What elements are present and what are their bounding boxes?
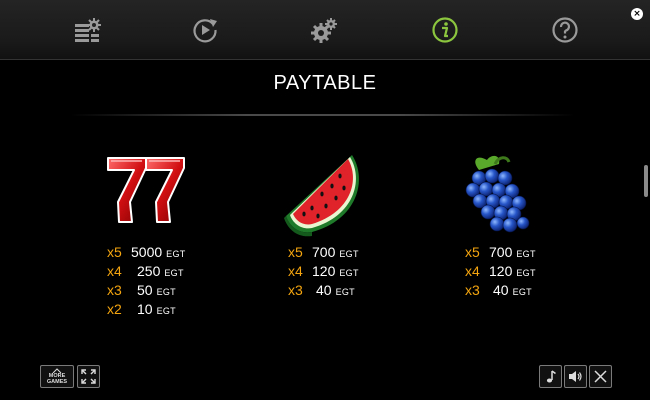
pay-amount: 5000 [131,244,163,260]
pay-amount: 120 [312,263,336,279]
multiplier: x5 [465,244,480,260]
multiplier: x5 [107,244,122,260]
currency: EGT [156,306,176,316]
currency: EGT [166,249,186,259]
currency: EGT [335,287,355,297]
close-button[interactable] [589,365,612,388]
pay-row: x4 250 EGT [107,263,186,282]
pay-row: x3 40 EGT [465,282,536,301]
sound-button[interactable] [564,365,587,388]
multiplier: x4 [107,263,122,279]
pay-row: x5 700 EGT [465,244,536,263]
paylines-settings-button[interactable] [73,16,101,44]
seven-symbol [102,150,192,240]
currency: EGT [512,287,532,297]
currency: EGT [516,268,536,278]
grapes-symbol [457,150,547,240]
pay-row: x5 700 EGT [288,244,359,263]
autoplay-button[interactable] [191,16,219,44]
pay-row: x4 120 EGT [465,263,536,282]
info-icon [432,17,458,43]
pay-amount: 40 [493,282,509,298]
close-icon [594,370,607,383]
help-button[interactable] [551,16,579,44]
multiplier: x2 [107,301,122,317]
pay-amount: 40 [316,282,332,298]
seven-icon [107,157,185,223]
settings-button[interactable] [310,16,338,44]
pay-row: x4 120 EGT [288,263,359,282]
currency: EGT [339,249,359,259]
pay-amount: 700 [312,244,336,260]
multiplier: x3 [107,282,122,298]
currency: EGT [164,268,184,278]
pay-amount: 10 [137,301,153,317]
multiplier: x5 [288,244,303,260]
seven-paytable: x5 5000 EGT x4 250 EGT x3 50 EGT x2 10 E… [107,244,186,320]
currency: EGT [516,249,536,259]
pay-amount: 700 [489,244,513,260]
grapes-paytable: x5 700 EGT x4 120 EGT x3 40 EGT [465,244,536,301]
pay-amount: 120 [489,263,513,279]
watermelon-symbol [282,150,372,240]
multiplier: x4 [465,263,480,279]
pay-row: x3 50 EGT [107,282,186,301]
currency: EGT [339,268,359,278]
currency: EGT [156,287,176,297]
more-games-label-2: GAMES [46,379,68,385]
pay-amount: 250 [137,263,161,279]
music-button[interactable] [539,365,562,388]
scrollbar-handle[interactable] [644,165,648,197]
autoplay-icon [193,19,217,43]
multiplier: x3 [288,282,303,298]
multiplier: x3 [465,282,480,298]
fullscreen-button[interactable] [77,365,100,388]
gear-icon [311,18,337,43]
grapes-icon [465,155,530,233]
watermelon-icon [284,155,359,237]
help-icon [552,17,578,43]
music-note-icon [546,370,556,383]
pay-row: x2 10 EGT [107,301,186,320]
page-title: PAYTABLE [273,72,377,94]
pay-row: x3 40 EGT [288,282,359,301]
close-window-button[interactable]: × [631,8,643,20]
watermelon-paytable: x5 700 EGT x4 120 EGT x3 40 EGT [288,244,359,301]
title-divider [70,114,575,116]
pay-amount: 50 [137,282,153,298]
more-games-button[interactable]: MORE GAMES [40,365,74,388]
paylines-settings-icon [75,18,101,42]
top-navigation-bar [0,0,650,60]
fullscreen-icon [81,369,96,384]
info-button[interactable] [431,16,459,44]
pay-row: x5 5000 EGT [107,244,186,263]
multiplier: x4 [288,263,303,279]
speaker-icon [569,371,582,382]
